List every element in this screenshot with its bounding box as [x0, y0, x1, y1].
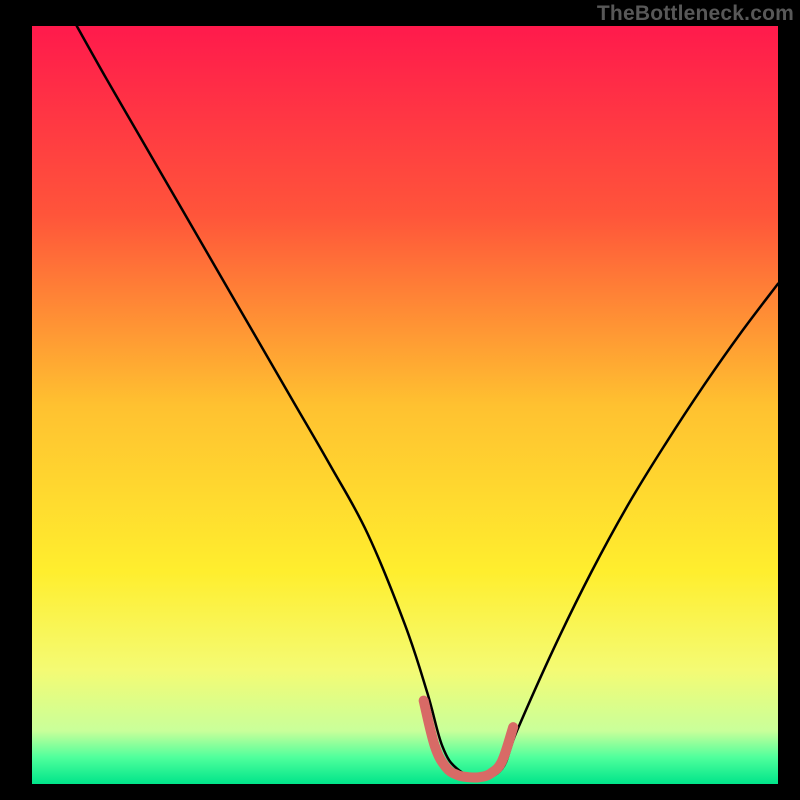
chart-svg — [32, 26, 778, 784]
gradient-background — [32, 26, 778, 784]
plot-area — [32, 26, 778, 784]
chart-frame: TheBottleneck.com — [0, 0, 800, 800]
watermark-text: TheBottleneck.com — [597, 2, 794, 26]
